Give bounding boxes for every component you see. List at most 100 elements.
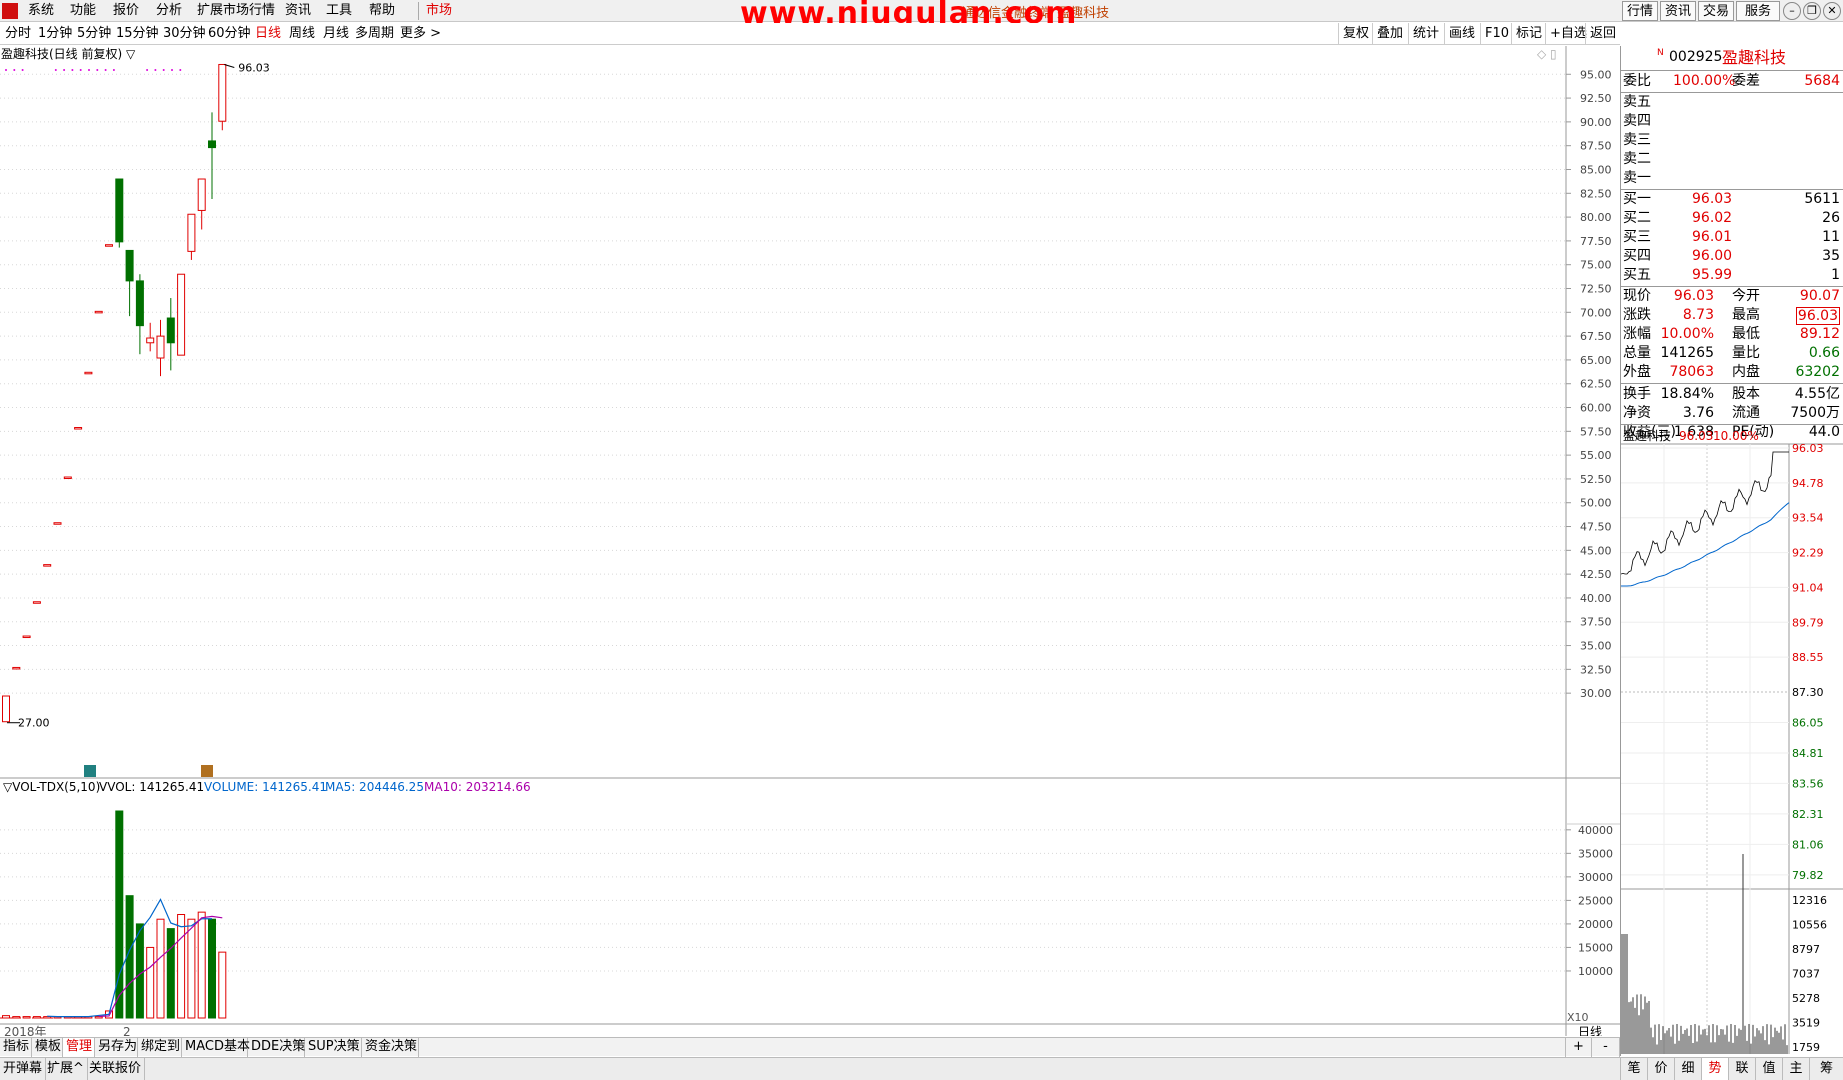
rtab-main[interactable]: 主 — [1782, 1058, 1809, 1080]
menu-news[interactable]: 资讯 — [285, 0, 311, 22]
signal-dot — [21, 69, 24, 71]
buy2-price: 96.02 — [1692, 210, 1733, 226]
tool-stats[interactable]: 统计 — [1408, 23, 1443, 45]
vol-tick-label: 15000 — [1578, 941, 1613, 954]
menu-analysis[interactable]: 分析 — [156, 0, 182, 22]
linked-quote[interactable]: 关联报价 — [86, 1058, 146, 1080]
mini-vol-label: 10556 — [1792, 919, 1827, 932]
extend-toggle[interactable]: 扩展^ — [44, 1058, 88, 1080]
zoom-in-button[interactable]: + — [1565, 1038, 1592, 1057]
tool-f10[interactable]: F10 — [1480, 23, 1513, 45]
tab-dde[interactable]: DDE决策 — [248, 1038, 305, 1057]
tool-draw[interactable]: 画线 — [1444, 23, 1479, 45]
stat-value: 8.73 — [1682, 307, 1714, 323]
period-60min[interactable]: 60分钟 — [208, 23, 251, 45]
rtab-related[interactable]: 联 — [1728, 1058, 1755, 1080]
stat-label: 今开 — [1732, 288, 1760, 304]
period-15min[interactable]: 15分钟 — [116, 23, 159, 45]
tab-template[interactable]: 模板 — [32, 1038, 63, 1057]
tool-overlay[interactable]: 叠加 — [1372, 23, 1407, 45]
period-30min[interactable]: 30分钟 — [163, 23, 206, 45]
period-multi[interactable]: 多周期 — [355, 23, 394, 45]
period-1min[interactable]: 1分钟 — [38, 23, 72, 45]
price-tick-label: 67.50 — [1580, 330, 1612, 343]
period-toolbar: 分时 1分钟 5分钟 15分钟 30分钟 60分钟 日线 周线 月线 多周期 更… — [0, 23, 1620, 45]
period-intraday[interactable]: 分时 — [5, 23, 31, 45]
signal-dot — [179, 69, 182, 71]
period-5min[interactable]: 5分钟 — [77, 23, 111, 45]
tab-indicator[interactable]: 指标 — [0, 1038, 32, 1057]
tool-adjust[interactable]: 复权 — [1338, 23, 1373, 45]
kline-chart-area[interactable]: 95.00 92.50 90.00 87.50 85.00 82.50 80.00 77.50… — [0, 46, 1620, 1056]
tab-sup[interactable]: SUP决策 — [305, 1038, 362, 1057]
price-tick-label: 90.00 — [1580, 116, 1612, 129]
app-logo-icon[interactable] — [2, 3, 18, 19]
volume-bar — [146, 946, 155, 1019]
mini-vol-label: 7037 — [1792, 968, 1820, 981]
tab-save-as[interactable]: 另存为 — [95, 1038, 138, 1057]
candle-body — [32, 601, 41, 604]
tab-macd[interactable]: MACD基本 — [182, 1038, 250, 1057]
menu-market[interactable]: 市场 — [426, 0, 452, 22]
period-weekly[interactable]: 周线 — [289, 23, 315, 45]
menu-ext-market[interactable]: 扩展市场行情 — [197, 0, 275, 22]
event-marker-icon[interactable] — [201, 765, 213, 777]
period-more[interactable]: 更多 > — [400, 23, 441, 45]
menu-function[interactable]: 功能 — [70, 0, 96, 22]
price-tick-label: 35.00 — [1580, 640, 1612, 653]
tab-bind-to[interactable]: 绑定到 — [138, 1038, 182, 1057]
btn-news[interactable]: 资讯 — [1660, 1, 1696, 21]
stat-label: 总量 — [1623, 345, 1651, 361]
zoom-label[interactable]: X10 — [1567, 1011, 1589, 1024]
buy5-vol: 1 — [1831, 267, 1840, 283]
stat-label: 最高 — [1732, 307, 1760, 323]
signal-dot — [162, 69, 165, 71]
zoom-out-button[interactable]: - — [1592, 1038, 1620, 1057]
minimize-icon[interactable]: – — [1783, 2, 1801, 20]
chart-settings-icon[interactable]: ◇ ▯ — [1537, 47, 1557, 61]
btn-service[interactable]: 服务 — [1736, 1, 1780, 21]
close-icon[interactable]: ✕ — [1823, 2, 1841, 20]
mini-price-label: 93.54 — [1792, 512, 1824, 525]
stat2-label: 净资 — [1623, 405, 1651, 421]
signal-dot — [171, 69, 173, 71]
rtab-chips[interactable]: 筹 — [1809, 1058, 1843, 1080]
period-monthly[interactable]: 月线 — [323, 23, 349, 45]
weicha-value: 5684 — [1804, 73, 1840, 89]
candle-body — [22, 635, 31, 639]
vol-vvol: VVOL: 141265.41 — [99, 780, 204, 794]
kline-chart-svg[interactable]: 95.00 92.50 90.00 87.50 85.00 82.50 80.00 77.50… — [0, 46, 1620, 1039]
btn-trade[interactable]: 交易 — [1698, 1, 1734, 21]
vol-volume: VOLUME: 141265.41 — [204, 780, 327, 794]
rtab-detail[interactable]: 细 — [1674, 1058, 1701, 1080]
menu-system[interactable]: 系统 — [28, 0, 54, 22]
menu-quote[interactable]: 报价 — [113, 0, 139, 22]
intraday-mini-chart[interactable]: 盈趣科技 96.03 10.00% 96.03 94.78 93.54 92.29 91… — [1621, 424, 1843, 1054]
price-tick-label: 87.50 — [1580, 140, 1612, 153]
btn-quote[interactable]: 行情 — [1622, 1, 1658, 21]
rtab-price[interactable]: 价 — [1647, 1058, 1674, 1080]
tab-manage[interactable]: 管理 — [63, 1038, 95, 1057]
period-daily[interactable]: 日线 — [255, 23, 281, 45]
vol-indicator-name[interactable]: ▽VOL-TDX(5,10) — [3, 780, 100, 794]
tab-fund[interactable]: 资金决策 — [362, 1038, 419, 1057]
rtab-value[interactable]: 值 — [1755, 1058, 1782, 1080]
vol-tick-label: 35000 — [1578, 847, 1613, 860]
tool-mark[interactable]: 标记 — [1511, 23, 1546, 45]
tool-back[interactable]: 返回 — [1585, 23, 1620, 45]
price-tick-label: 92.50 — [1580, 92, 1612, 105]
sell4-label: 卖四 — [1623, 113, 1651, 129]
candle-body — [177, 273, 186, 356]
menu-tools[interactable]: 工具 — [326, 0, 352, 22]
divider — [1621, 70, 1843, 71]
rtab-trades[interactable]: 笔 — [1620, 1058, 1647, 1080]
stat-value: 0.66 — [1808, 345, 1840, 361]
restore-icon[interactable]: ❐ — [1803, 2, 1821, 20]
menu-help[interactable]: 帮助 — [369, 0, 395, 22]
price-tick-label: 47.50 — [1580, 521, 1612, 534]
limit-up-marker-icon[interactable] — [84, 765, 96, 777]
danmu-toggle[interactable]: 开弹幕 — [0, 1058, 47, 1080]
rtab-trend[interactable]: 势 — [1701, 1058, 1728, 1080]
stat-label: 量比 — [1732, 345, 1760, 361]
mini-price-label: 82.31 — [1792, 808, 1824, 821]
